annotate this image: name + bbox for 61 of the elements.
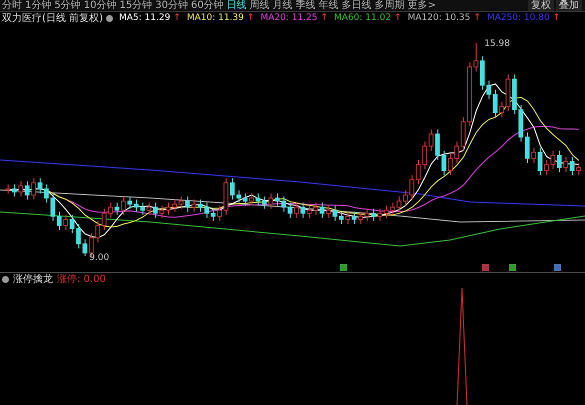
target-icon[interactable] (106, 14, 113, 22)
period-tab[interactable]: 15分钟 (119, 0, 152, 11)
up-arrow: ↑ (552, 13, 560, 23)
candle (576, 162, 581, 176)
period-tab[interactable]: 30分钟 (155, 0, 188, 11)
candle (178, 196, 184, 210)
period-tab[interactable]: 周线 (250, 0, 270, 11)
period-tab[interactable]: 多周期 (374, 0, 405, 11)
period-tab[interactable]: 季线 (296, 0, 316, 11)
candle (146, 202, 152, 216)
up-arrow: ↑ (320, 13, 328, 23)
candle (6, 184, 10, 194)
candle (396, 196, 402, 212)
period-tab[interactable]: 1分钟 (25, 0, 52, 11)
period-tab[interactable]: 60分钟 (190, 0, 224, 11)
candle (506, 74, 510, 112)
target-icon[interactable] (2, 276, 9, 282)
up-arrow: ↑ (473, 13, 481, 23)
up-arrow: ↑ (394, 13, 402, 23)
high-price-label: 15.98 (484, 39, 510, 50)
indicator-title: 涨停擒龙 (13, 272, 53, 286)
candle (70, 214, 74, 234)
candle (467, 62, 472, 127)
ma-value: MA250: 10.80 (486, 13, 550, 23)
ma-value: MA20: 11.25 (260, 13, 318, 23)
ma-value: MA60: 11.02 (334, 13, 392, 23)
low-price-label: 9.00 (89, 253, 110, 263)
period-tab[interactable]: 10分钟 (84, 0, 116, 11)
ma-value: MA120: 10.35 (408, 13, 470, 23)
candle (256, 192, 260, 206)
period-tab[interactable]: 年线 (318, 0, 339, 11)
candle (288, 202, 292, 218)
period-tab[interactable]: 分时 (2, 0, 22, 11)
period-tab[interactable]: 日线 (226, 0, 247, 11)
candle (326, 205, 331, 218)
up-arrow: ↑ (246, 13, 254, 23)
candle (217, 205, 222, 222)
candle (108, 202, 113, 218)
toolbar-button[interactable]: 叠加 (556, 0, 582, 11)
candle (364, 208, 370, 222)
candle (435, 128, 440, 160)
candle (403, 190, 408, 206)
candle (544, 159, 549, 176)
chart-title: 双力医疗(日线 前复权) (2, 12, 103, 25)
up-arrow: ↑ (173, 13, 181, 23)
candle (474, 42, 478, 72)
candle (114, 202, 120, 216)
candle (294, 202, 299, 218)
ma-value: MA5: 11.29 (118, 13, 170, 23)
indicator-value: 涨停: 0.00 (57, 272, 106, 286)
candle (76, 223, 81, 249)
candle (358, 211, 363, 224)
period-tab[interactable]: 月线 (272, 0, 293, 11)
period-tab[interactable]: 多日线 (342, 0, 372, 11)
candle (38, 178, 42, 194)
period-tab[interactable]: 更多> (408, 0, 436, 11)
candle (512, 74, 517, 115)
toolbar-button[interactable]: 复权 (528, 0, 554, 11)
candle (185, 196, 190, 212)
period-tab[interactable]: 5分钟 (54, 0, 81, 11)
ma-value: MA10: 11.39 (186, 13, 244, 23)
